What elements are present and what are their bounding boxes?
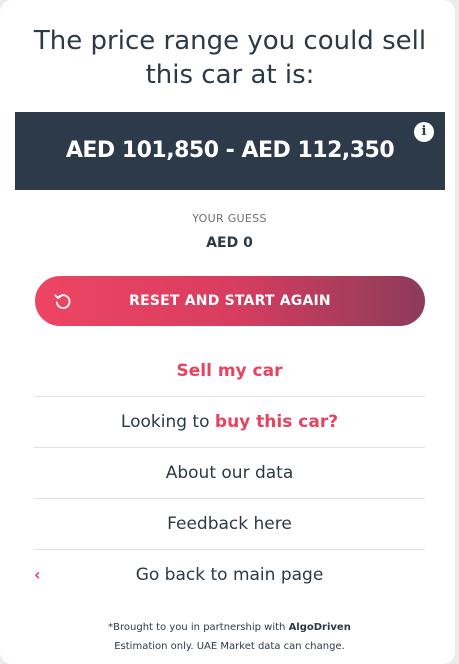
- price-range-text: AED 101,850 - AED 112,350: [65, 138, 395, 163]
- feedback-label: Feedback here: [167, 514, 292, 534]
- reset-button-label: RESET AND START AGAIN: [129, 293, 331, 309]
- guess-label: YOUR GUESS: [192, 212, 267, 225]
- feedback-link[interactable]: Feedback here: [34, 499, 425, 550]
- guess-value: AED 0: [206, 235, 253, 251]
- about-label: About our data: [165, 463, 294, 483]
- valuation-card: The price range you could sell this car …: [0, 0, 455, 664]
- chevron-left-icon: ‹: [34, 565, 41, 584]
- reset-button[interactable]: RESET AND START AGAIN: [35, 276, 425, 326]
- buy-this-car-link[interactable]: Looking to buy this car?: [34, 397, 425, 448]
- footer-partnership: *Brought to you in partnership with Algo…: [0, 622, 459, 633]
- back-to-main-link[interactable]: ‹ Go back to main page: [34, 550, 425, 601]
- buy-prefix-label: Looking to: [120, 412, 215, 432]
- back-label: Go back to main page: [135, 565, 324, 585]
- sell-my-car-label: Sell my car: [176, 361, 283, 381]
- footer-prefix: *Brought to you in partnership with: [108, 622, 289, 633]
- headline-line-1: The price range you could sell: [33, 26, 427, 56]
- about-our-data-link[interactable]: About our data: [34, 448, 425, 499]
- sell-my-car-link[interactable]: Sell my car: [34, 346, 425, 397]
- headline-line-2: this car at is:: [145, 60, 315, 90]
- buy-accent-label: buy this car?: [214, 412, 339, 432]
- footer-disclaimer: Estimation only. UAE Market data can cha…: [114, 641, 345, 652]
- footer-brand: AlgoDriven: [288, 622, 351, 633]
- price-range-panel: AED 101,850 - AED 112,350 i: [15, 112, 445, 190]
- result-headline: The price range you could sell this car …: [20, 24, 440, 92]
- info-icon[interactable]: i: [414, 122, 434, 142]
